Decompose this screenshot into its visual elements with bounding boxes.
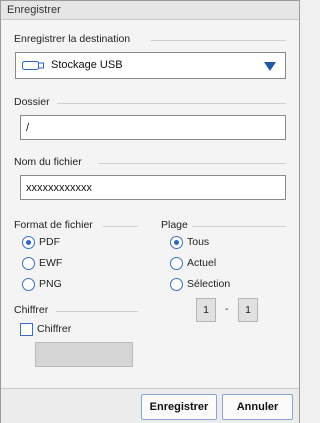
password-field — [35, 342, 133, 367]
save-dialog: Enregistrer Enregistrer la destination S… — [0, 0, 300, 423]
radio-button-png[interactable] — [22, 278, 35, 291]
range-option-label: Tous — [187, 236, 210, 248]
chevron-down-icon[interactable] — [264, 62, 276, 71]
title-bar: Enregistrer — [1, 1, 299, 20]
format-option-label: EWF — [39, 257, 63, 269]
filename-label: Nom du fichier — [14, 156, 82, 168]
range-divider — [192, 226, 286, 227]
destination-select[interactable]: Stockage USB — [15, 52, 286, 79]
folder-label: Dossier — [14, 96, 50, 108]
encrypt-divider — [56, 311, 138, 312]
radio-button-all[interactable] — [170, 236, 183, 249]
range-option-label: Sélection — [187, 278, 231, 290]
encrypt-checkbox[interactable] — [20, 323, 33, 336]
format-label: Format de fichier — [14, 219, 93, 231]
usb-drive-icon — [22, 61, 44, 70]
range-label: Plage — [161, 219, 188, 231]
destination-divider — [151, 40, 286, 41]
radio-button-current[interactable] — [170, 257, 183, 270]
range-to-field[interactable]: 1 — [238, 298, 258, 322]
radio-button-ewf[interactable] — [22, 257, 35, 270]
range-option-label: Actuel — [187, 257, 217, 269]
format-option-label: PDF — [39, 236, 60, 248]
folder-divider — [57, 103, 286, 104]
radio-button-pdf[interactable] — [22, 236, 35, 249]
format-option-label: PNG — [39, 278, 62, 290]
folder-field[interactable]: / — [20, 115, 286, 140]
encrypt-label: Chiffrer — [14, 304, 49, 316]
destination-value: Stockage USB — [51, 59, 123, 71]
save-button[interactable]: Enregistrer — [141, 394, 217, 420]
cancel-button[interactable]: Annuler — [222, 394, 293, 420]
range-separator: - — [225, 303, 229, 315]
filename-field[interactable]: xxxxxxxxxxxx — [20, 175, 286, 200]
range-from-field[interactable]: 1 — [196, 298, 216, 322]
dialog-title: Enregistrer — [7, 4, 61, 16]
destination-label: Enregistrer la destination — [14, 33, 131, 45]
filename-divider — [99, 163, 286, 164]
radio-button-selection[interactable] — [170, 278, 183, 291]
encrypt-checkbox-label[interactable]: Chiffrer — [37, 323, 71, 335]
format-divider — [103, 226, 138, 227]
